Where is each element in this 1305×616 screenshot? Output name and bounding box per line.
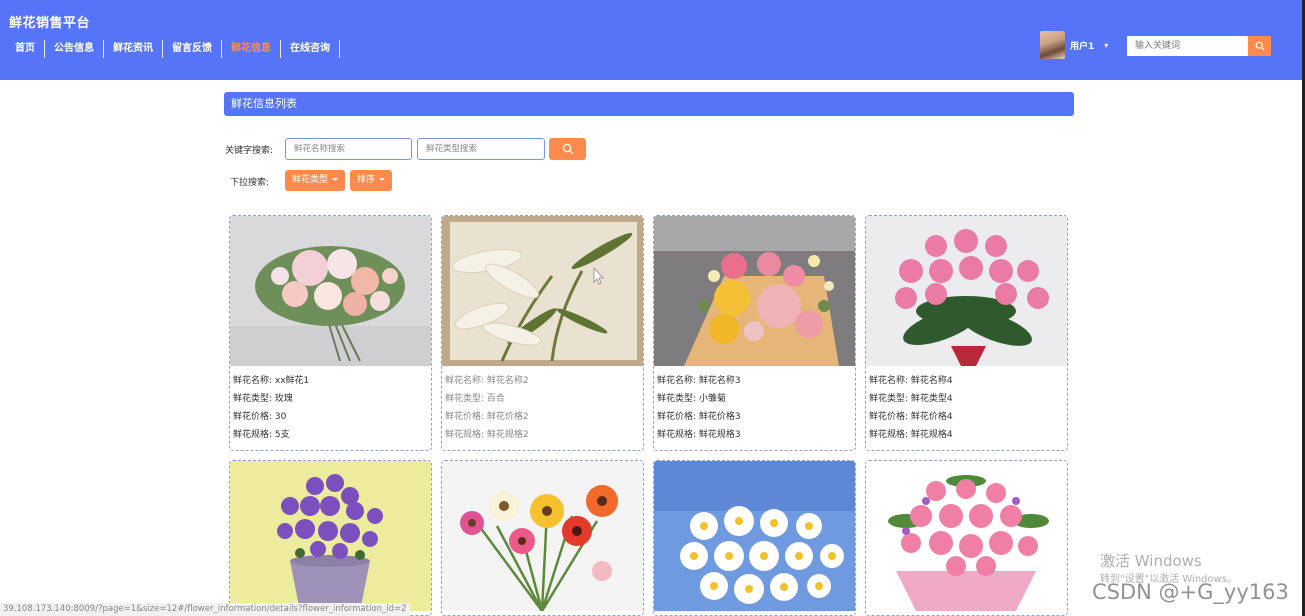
keyword-search-label: 关键字搜索: bbox=[225, 146, 274, 156]
flower-name-search-input[interactable] bbox=[285, 138, 412, 160]
flower-card[interactable]: 鲜花名称: xx鲜花1 鲜花类型: 玫瑰 鲜花价格: 30 鲜花规格: 5支 bbox=[229, 215, 432, 451]
flower-type: 鲜花类型: 小雏菊 bbox=[657, 394, 726, 404]
flower-card[interactable]: 鲜花名称: 鲜花名称3 鲜花类型: 小雏菊 鲜花价格: 鲜花价格3 鲜花规格: … bbox=[653, 215, 856, 451]
avatar[interactable] bbox=[1040, 31, 1065, 59]
caret-down-icon bbox=[332, 178, 339, 181]
user-name[interactable]: 用户1 bbox=[1070, 39, 1094, 52]
flower-name: 鲜花名称: xx鲜花1 bbox=[233, 376, 310, 386]
caret-down-icon bbox=[379, 178, 386, 181]
nav-item-feedback[interactable]: 留言反馈 bbox=[163, 40, 222, 58]
nav-item-news[interactable]: 鲜花资讯 bbox=[104, 40, 163, 58]
flower-photo[interactable] bbox=[230, 216, 431, 366]
flower-photo[interactable] bbox=[654, 216, 855, 366]
flower-type: 鲜花类型: 百合 bbox=[445, 394, 505, 404]
header-search-input[interactable] bbox=[1127, 36, 1248, 56]
user-menu[interactable]: 用户1 ▾ bbox=[1040, 31, 1108, 59]
csdn-watermark: CSDN @+G_yy163 bbox=[1092, 580, 1289, 604]
top-header: 鲜花销售平台 首页 公告信息 鲜花资讯 留言反馈 鲜花信息 在线咨询 用户1 ▾ bbox=[0, 0, 1305, 80]
flower-spec: 鲜花规格: 5支 bbox=[233, 430, 290, 440]
search-icon bbox=[1255, 41, 1264, 51]
search-button[interactable] bbox=[549, 138, 586, 160]
flower-photo[interactable] bbox=[230, 461, 431, 611]
flower-type-search-input[interactable] bbox=[417, 138, 545, 160]
search-icon bbox=[562, 143, 573, 155]
flower-type-dropdown-label: 鲜花类型 bbox=[292, 175, 329, 185]
nav-item-home[interactable]: 首页 bbox=[6, 40, 45, 58]
dropdown-search-label: 下拉搜索: bbox=[230, 178, 270, 188]
flower-card[interactable]: 鲜花名称: 鲜花名称4 鲜花类型: 鲜花类型4 鲜花价格: 鲜花价格4 鲜花规格… bbox=[865, 215, 1068, 451]
nav-item-announcements[interactable]: 公告信息 bbox=[45, 40, 104, 58]
flower-spec: 鲜花规格: 鲜花规格4 bbox=[869, 430, 953, 440]
flower-photo[interactable] bbox=[866, 461, 1067, 611]
site-brand[interactable]: 鲜花销售平台 bbox=[9, 12, 90, 31]
flower-type: 鲜花类型: 玫瑰 bbox=[233, 394, 293, 404]
flower-photo[interactable] bbox=[866, 216, 1067, 366]
flower-photo[interactable] bbox=[442, 461, 643, 611]
header-search-button[interactable] bbox=[1248, 36, 1271, 56]
page-title: 鲜花信息列表 bbox=[224, 92, 1074, 116]
flower-photo[interactable] bbox=[654, 461, 855, 611]
flower-photo[interactable] bbox=[442, 216, 643, 366]
status-bar-url: 39.108.173.140:8009/?page=1&size=12#/flo… bbox=[0, 603, 410, 616]
chevron-down-icon[interactable]: ▾ bbox=[1104, 41, 1108, 50]
flower-name: 鲜花名称: 鲜花名称4 bbox=[869, 376, 953, 386]
flower-type: 鲜花类型: 鲜花类型4 bbox=[869, 394, 953, 404]
flower-type-dropdown[interactable]: 鲜花类型 bbox=[285, 170, 346, 191]
flower-price: 鲜花价格: 鲜花价格2 bbox=[445, 412, 529, 422]
nav-item-flowers[interactable]: 鲜花信息 bbox=[222, 40, 281, 58]
flower-name: 鲜花名称: 鲜花名称2 bbox=[445, 376, 529, 386]
windows-activation-watermark: 激活 Windows bbox=[1100, 552, 1202, 570]
flower-card[interactable] bbox=[441, 460, 644, 616]
sort-dropdown[interactable]: 排序 bbox=[350, 170, 393, 191]
flower-spec: 鲜花规格: 鲜花规格2 bbox=[445, 430, 529, 440]
flower-card[interactable] bbox=[865, 460, 1068, 616]
flower-name: 鲜花名称: 鲜花名称3 bbox=[657, 376, 741, 386]
main-nav: 首页 公告信息 鲜花资讯 留言反馈 鲜花信息 在线咨询 bbox=[6, 40, 340, 58]
flower-card[interactable]: 鲜花名称: 鲜花名称2 鲜花类型: 百合 鲜花价格: 鲜花价格2 鲜花规格: 鲜… bbox=[441, 215, 644, 451]
flower-price: 鲜花价格: 鲜花价格4 bbox=[869, 412, 953, 422]
flower-card[interactable] bbox=[653, 460, 856, 616]
sort-dropdown-label: 排序 bbox=[357, 175, 376, 185]
flower-card[interactable] bbox=[229, 460, 432, 616]
flower-spec: 鲜花规格: 鲜花规格3 bbox=[657, 430, 741, 440]
flower-price: 鲜花价格: 30 bbox=[233, 412, 287, 422]
flower-price: 鲜花价格: 鲜花价格3 bbox=[657, 412, 741, 422]
nav-item-consult[interactable]: 在线咨询 bbox=[281, 40, 340, 58]
